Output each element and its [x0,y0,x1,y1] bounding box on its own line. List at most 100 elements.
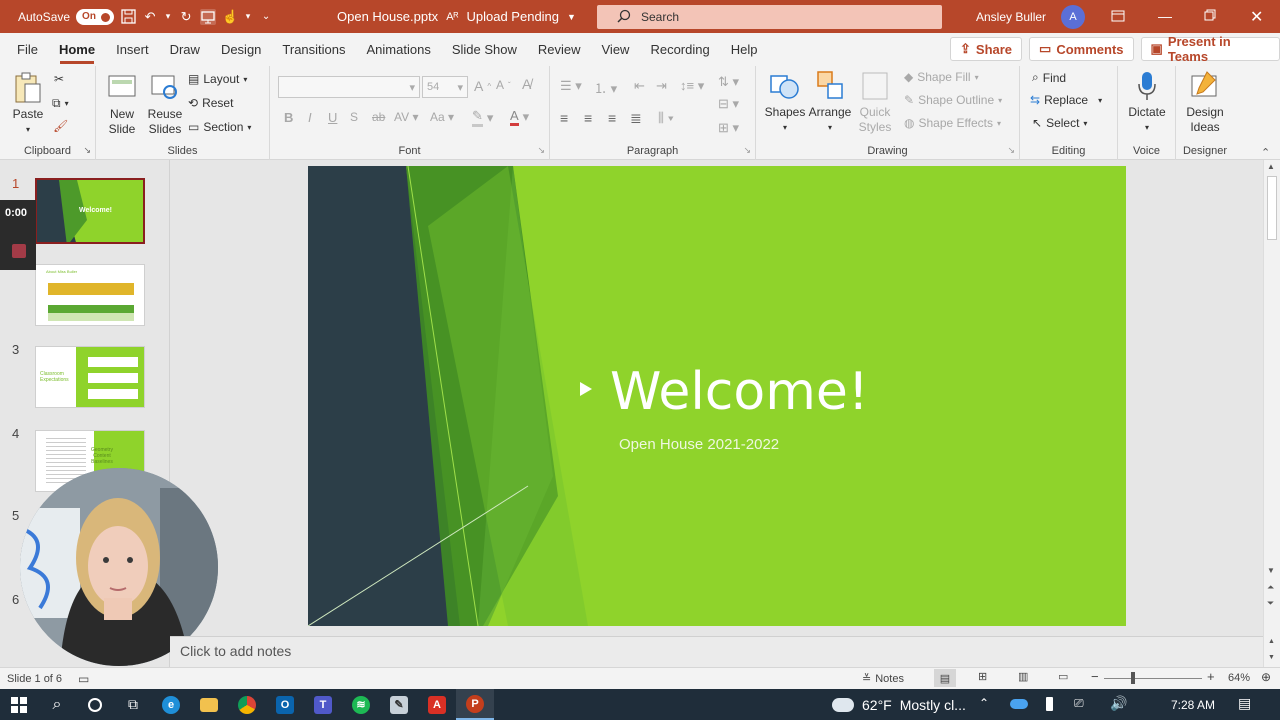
tab-review[interactable]: Review [529,33,590,66]
cortana-button[interactable] [76,689,114,720]
columns-icon[interactable]: ⫼ ▾ [658,110,674,126]
zoom-in-icon[interactable]: + [1207,669,1215,684]
increase-indent-icon[interactable]: ⇥ [656,78,667,94]
align-text-icon[interactable]: ⊟ ▾ [718,96,739,112]
collapse-ribbon-icon[interactable]: ⌃ [1261,146,1270,159]
tab-recording[interactable]: Recording [641,33,718,66]
slide-thumbnail-2[interactable]: About Miss Buller [35,264,145,326]
scroll-up-icon[interactable]: ▲ [1268,638,1275,645]
customize-toolbar-icon[interactable]: ⌄ [258,9,274,25]
avatar[interactable]: A [1061,5,1085,29]
record-stop-icon[interactable] [12,244,26,258]
paste-button[interactable]: Paste ▾ [8,72,48,137]
user-name[interactable]: Ansley Buller [976,10,1046,24]
paint-app[interactable]: ✎ [380,689,418,720]
slide-thumbnail-1[interactable]: Welcome! [35,178,145,244]
cut-icon[interactable]: ✂ [54,72,64,86]
slide-subtitle[interactable]: Open House 2021-2022 [619,436,779,453]
increase-font-icon[interactable]: A ^ [474,78,491,94]
reading-view-icon[interactable]: ▥ [1018,670,1028,683]
start-from-beginning-icon[interactable] [200,8,217,25]
decrease-font-icon[interactable]: Aˇ [496,78,511,92]
justify-icon[interactable]: ≣ [630,110,642,127]
design-ideas-button[interactable]: Design Ideas [1182,70,1228,135]
document-title[interactable]: Open House.pptx [337,9,438,24]
dialog-launcher-icon[interactable]: ↘ [537,145,545,156]
shape-outline-button[interactable]: ✎ Shape Outline ▾ [904,93,1002,107]
scroll-down-icon[interactable]: ▼ [1268,654,1275,661]
normal-view-icon[interactable]: ▤ [934,669,956,687]
zoom-level[interactable]: 64% [1228,672,1250,684]
chrome-app[interactable] [228,689,266,720]
zoom-out-icon[interactable]: − [1091,669,1099,684]
file-explorer-app[interactable] [190,689,228,720]
spotify-app[interactable]: ≋ [342,689,380,720]
bold-icon[interactable]: B [284,110,293,125]
scroll-up-icon[interactable]: ▲ [1267,162,1275,171]
line-spacing-icon[interactable]: ↕≡ ▾ [680,78,704,94]
find-button[interactable]: ⌕ Find [1032,70,1066,85]
dialog-launcher-icon[interactable]: ↘ [83,145,91,156]
tab-file[interactable]: File [8,33,47,66]
notifications-icon[interactable]: ▤ [1238,695,1251,712]
tab-design[interactable]: Design [212,33,270,66]
tab-view[interactable]: View [593,33,639,66]
touch-mode-icon[interactable]: ☝ [222,9,238,25]
next-slide-icon[interactable]: ⏷ [1267,598,1274,609]
shadow-icon[interactable]: S [350,110,358,124]
comments-button[interactable]: ▭ Comments [1029,37,1134,61]
network-icon[interactable]: ⎚ [1074,696,1084,711]
align-left-icon[interactable]: ≡ [560,110,568,126]
tab-help[interactable]: Help [722,33,767,66]
zoom-slider[interactable] [1104,678,1202,679]
clock[interactable]: 7:28 AM [1171,698,1215,712]
edge-app[interactable]: e [152,689,190,720]
font-color-icon[interactable]: A ▾ [510,108,529,126]
restore-icon[interactable] [1204,9,1216,24]
previous-slide-icon[interactable]: ⏶ [1267,582,1274,593]
windows-start-button[interactable] [0,689,38,720]
tab-transitions[interactable]: Transitions [273,33,354,66]
change-case-icon[interactable]: Aa ▾ [430,110,454,124]
slide-show-icon[interactable]: ▭ [1058,670,1068,683]
slide-canvas[interactable]: Welcome! Open House 2021-2022 [308,166,1126,626]
select-button[interactable]: ↖ Select ▾ [1032,116,1087,130]
underline-icon[interactable]: U [328,110,337,125]
format-painter-icon[interactable]: 🖌 [53,119,68,133]
tab-insert[interactable]: Insert [107,33,158,66]
present-in-teams-button[interactable]: ▣ Present in Teams [1140,34,1280,64]
tab-slide-show[interactable]: Slide Show [443,33,526,66]
chevron-down-icon[interactable]: ▾ [164,9,172,25]
shape-effects-button[interactable]: ◍ Shape Effects ▾ [904,116,1001,130]
tab-draw[interactable]: Draw [161,33,209,66]
quick-styles-button[interactable]: Quick Styles [854,70,896,135]
share-button[interactable]: ⇪ Share [950,37,1023,61]
chevron-down-icon[interactable]: ▼ [567,12,576,22]
accessibility-icon[interactable]: ▭ [78,672,89,686]
notes-button[interactable]: ≚ Notes [862,672,904,686]
tab-home[interactable]: Home [50,33,104,66]
reset-button[interactable]: ⟲ Reset [188,96,233,110]
ribbon-display-icon[interactable] [1111,9,1125,26]
chevron-up-icon[interactable]: ⌃ [979,696,989,710]
search-taskbar-button[interactable]: ⌕ [38,689,76,720]
vertical-scrollbar[interactable]: ▲ ▼ ⏶ ⏷ [1263,160,1280,636]
upload-status[interactable]: Upload Pending [467,9,560,24]
slide-sorter-icon[interactable]: ⊞ [978,670,987,683]
italic-icon[interactable]: I [308,110,312,125]
speaker-icon[interactable]: 🔊 [1110,695,1127,712]
highlight-icon[interactable]: ✎ ▾ [472,108,493,127]
font-size-box[interactable]: 54 ▾ [422,76,468,98]
weather-widget[interactable]: 62°F Mostly cl... [832,689,966,720]
autosave-toggle[interactable]: On [76,8,115,25]
scroll-down-icon[interactable]: ▼ [1267,566,1275,575]
acrobat-app[interactable]: A [418,689,456,720]
align-center-icon[interactable]: ≡ [584,110,592,126]
onedrive-icon[interactable] [1010,699,1028,709]
font-name-box[interactable]: ▾ [278,76,420,98]
scroll-thumb[interactable] [1267,176,1277,240]
bullets-icon[interactable]: ☰ ▾ [560,78,582,94]
slide-title[interactable]: Welcome! [610,362,869,422]
shape-fill-button[interactable]: ◆ Shape Fill ▾ [904,70,979,84]
search-box[interactable]: Search [597,5,942,29]
